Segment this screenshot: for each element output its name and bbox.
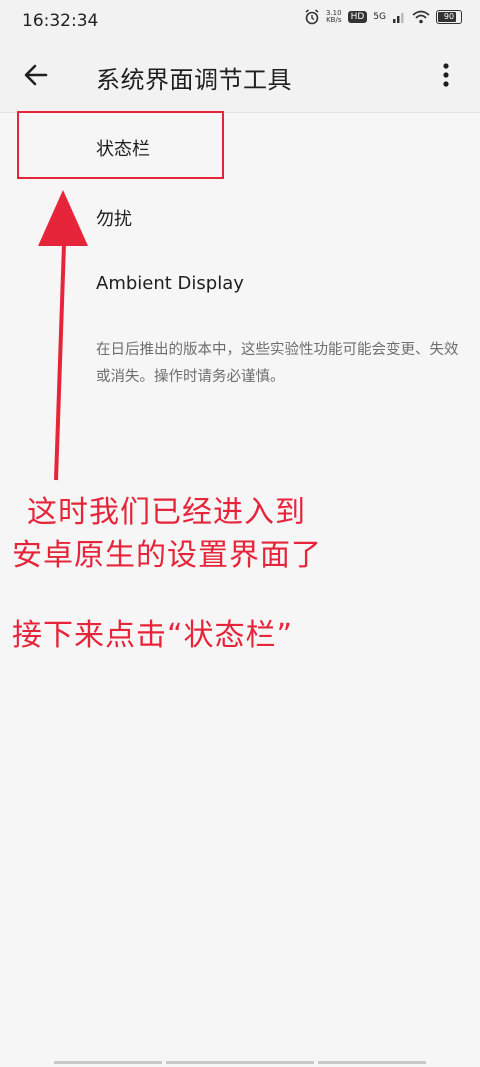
annotation-arrow-icon (38, 190, 88, 481)
nav-hint-bar (318, 1061, 426, 1064)
annotation-line-2: 安卓原生的设置界面了 (12, 538, 322, 573)
signal-5g-label: 5G (373, 12, 386, 22)
battery-level: 90 (443, 12, 455, 21)
network-speed-unit: KB/s (326, 16, 342, 24)
alarm-icon (305, 9, 319, 25)
setting-item-label: 勿扰 (96, 209, 132, 230)
nav-hint-bar (54, 1061, 162, 1064)
battery-icon: 90 (436, 10, 462, 24)
cellular-signal-icon (393, 13, 404, 23)
experimental-warning-text: 在日后推出的版本中，这些实验性功能可能会变更、失效或消失。操作时请务必谨慎。 (96, 342, 459, 385)
hd-badge: HD (347, 11, 368, 23)
wifi-icon (412, 10, 430, 24)
status-icons: 3.10 KB/s HD 5G 90 (304, 9, 462, 25)
back-arrow-icon[interactable] (18, 57, 54, 93)
annotation-highlight-box (17, 111, 224, 179)
annotation-line-1: 这时我们已经进入到 (27, 495, 306, 530)
status-time: 16:32:34 (22, 11, 99, 31)
page-title: 系统界面调节工具 (96, 66, 292, 94)
network-speed: 3.10 KB/s (326, 10, 342, 24)
toolbar: 系统界面调节工具 (0, 40, 480, 113)
setting-item-label: Ambient Display (96, 273, 244, 294)
status-bar: 16:32:34 3.10 KB/s HD 5G 90 (0, 0, 480, 40)
nav-hint-bar (166, 1061, 314, 1064)
more-options-icon[interactable] (428, 57, 464, 93)
annotation-line-3: 接下来点击“状态栏” (12, 618, 294, 653)
